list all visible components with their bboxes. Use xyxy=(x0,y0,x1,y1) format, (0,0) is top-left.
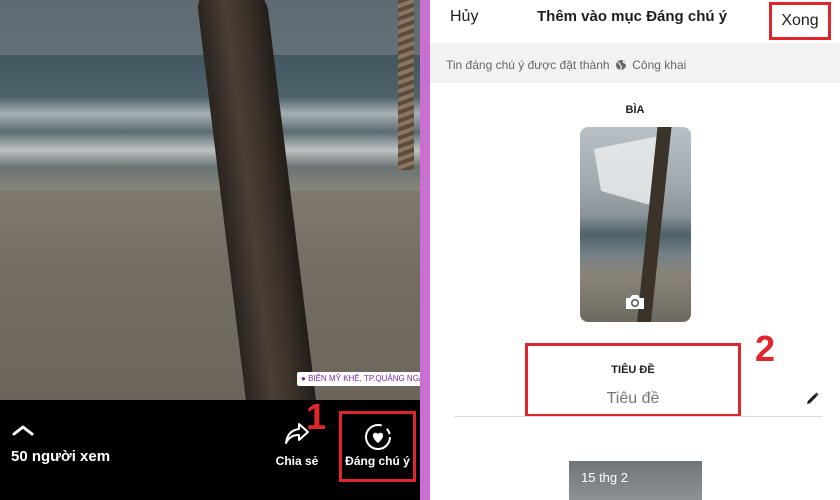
title-label: TIÊU ĐỀ xyxy=(611,364,655,376)
privacy-notice[interactable]: Tin đáng chú ý được đặt thành Công khai xyxy=(430,43,840,83)
location-tag-text: BIỂN MỸ KHÊ, TP.QUẢNG NGÃI xyxy=(308,374,420,383)
sand xyxy=(0,190,420,400)
cover-preview[interactable] xyxy=(580,127,691,322)
story-photo: ● BIỂN MỸ KHÊ, TP.QUẢNG NGÃI xyxy=(0,0,420,400)
cancel-button[interactable]: Hủy xyxy=(450,8,478,26)
story-thumbnail[interactable]: 15 thg 2 xyxy=(569,461,702,500)
share-label: Chia sẻ xyxy=(275,454,319,468)
pencil-icon[interactable] xyxy=(804,391,820,407)
highlight-label: Đáng chú ý xyxy=(345,454,410,468)
highlight-button[interactable]: Đáng chú ý xyxy=(339,411,416,482)
page-title: Thêm vào mục Đáng chú ý xyxy=(537,8,728,25)
privacy-notice-label: Tin đáng chú ý được đặt thành xyxy=(446,58,610,72)
title-input[interactable] xyxy=(528,390,738,408)
chevron-up-icon[interactable] xyxy=(12,424,34,436)
panel-divider xyxy=(420,0,430,500)
heart-circle-icon xyxy=(365,424,391,450)
step-2-marker: 2 xyxy=(755,328,776,369)
camera-icon[interactable] xyxy=(624,293,646,311)
title-field-group: TIÊU ĐỀ xyxy=(525,343,741,417)
header: Hủy Thêm vào mục Đáng chú ý Xong xyxy=(430,0,840,42)
viewers-count[interactable]: 50 người xem xyxy=(11,448,110,465)
step-1-marker: 1 xyxy=(306,396,327,437)
rope xyxy=(398,0,414,170)
cover-label: BÌA xyxy=(625,104,645,116)
add-highlight-panel: Hủy Thêm vào mục Đáng chú ý Xong 3 Tin đ… xyxy=(430,0,840,500)
pin-icon: ● xyxy=(301,374,306,383)
privacy-notice-text: Tin đáng chú ý được đặt thành Công khai xyxy=(446,58,686,72)
privacy-value: Công khai xyxy=(632,58,687,72)
location-tag[interactable]: ● BIỂN MỸ KHÊ, TP.QUẢNG NGÃI xyxy=(297,372,420,386)
story-date: 15 thg 2 xyxy=(581,470,628,485)
title-underline xyxy=(454,416,822,417)
story-viewer: ● BIỂN MỸ KHÊ, TP.QUẢNG NGÃI 50 người xe… xyxy=(0,0,420,500)
done-button[interactable]: Xong xyxy=(769,2,831,40)
globe-icon xyxy=(615,60,627,71)
